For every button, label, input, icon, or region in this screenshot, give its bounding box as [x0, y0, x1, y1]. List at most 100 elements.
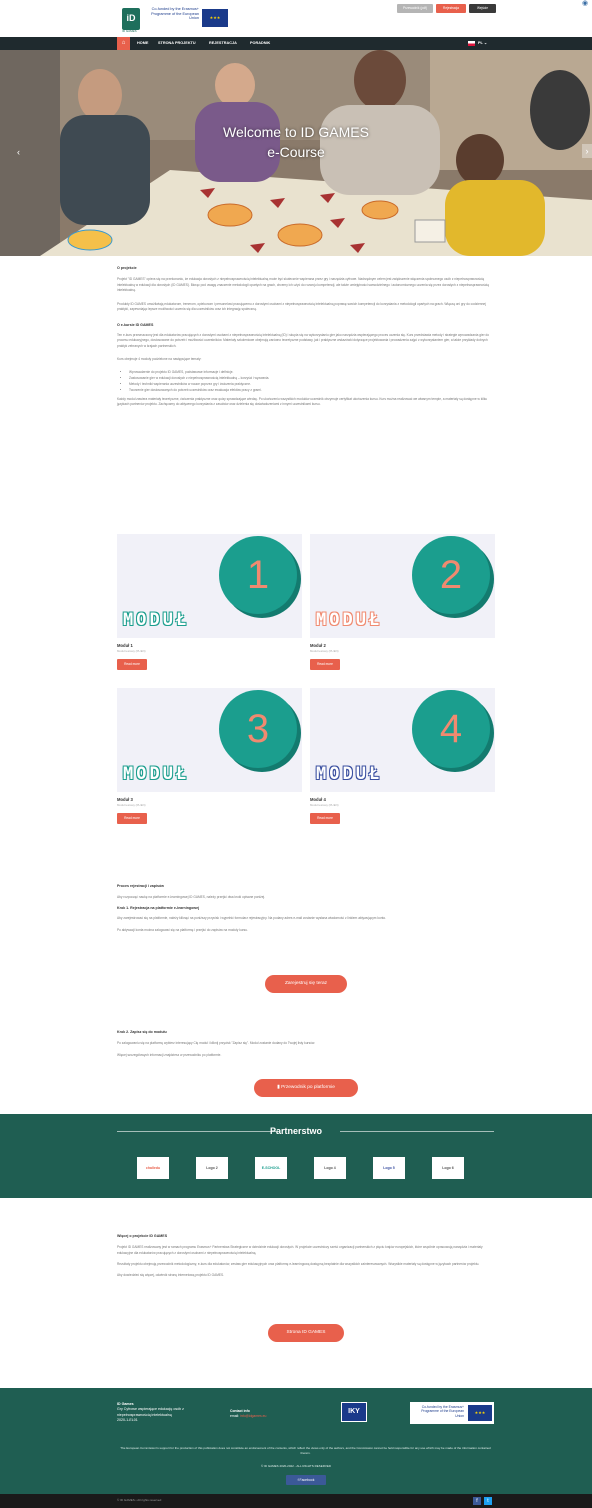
book-icon: ▮ [277, 1085, 280, 1090]
module-2-image[interactable]: 2 MODUŁ [310, 534, 495, 638]
eu-cofunded-text: Co-funded by the Erasmus+ Programme of t… [151, 7, 199, 21]
more-section: Więcej o projekcie ID GAMES Projekt ID G… [117, 1234, 494, 1278]
logo-caption: ID GAMES [122, 29, 137, 33]
module-card-4[interactable]: 4 MODUŁ Moduł 4 Moduł testowy (PL/EN) Re… [310, 688, 495, 825]
course-heading: O e-kursie ID GAMES [117, 322, 154, 327]
step2-section: Krok 2. Zapisz się do modułu Po zalogowa… [117, 1030, 494, 1058]
module-word: MODUŁ [316, 764, 383, 784]
module-subtitle: Moduł testowy (PL/EN) [117, 649, 146, 654]
list-item: Tworzenie gier dostosowanych do potrzeb … [129, 387, 494, 393]
hero-title-line1: Welcome to ID GAMES [222, 124, 369, 140]
partner-logo[interactable]: Logo 6 [432, 1157, 464, 1179]
login-button[interactable]: Wejście [469, 4, 496, 13]
partner-logo[interactable]: Logo 2 [196, 1157, 228, 1179]
module-4-image[interactable]: 4 MODUŁ [310, 688, 495, 792]
iky-logo: IKY [341, 1402, 367, 1422]
more-heading: Więcej o projekcie ID GAMES [117, 1234, 168, 1238]
home-icon[interactable]: ⌂ [117, 37, 130, 50]
step2-paragraph-2: Więcej szczegółowych informacji znajdzie… [117, 1052, 222, 1057]
more-paragraph-2: Rezultaty projektu obejmują przewodnik m… [117, 1262, 480, 1267]
platform-guide-label: Przewodnik po platformie [281, 1085, 335, 1090]
module-card-2[interactable]: 2 MODUŁ Moduł 2 Moduł testowy (PL/EN) Re… [310, 534, 495, 671]
nav-item-guide[interactable]: PORADNIK [250, 37, 270, 50]
footer-disclaimer: The European Commission's support for th… [120, 1446, 491, 1456]
hero-slider: Welcome to ID GAMES e-Course ‹ › [0, 50, 592, 256]
course-paragraph-1: Ten e-kurs przeznaczony jest dla edukato… [117, 332, 490, 348]
module-card-3[interactable]: 3 MODUŁ Moduł 3 Moduł testowy (PL/EN) Re… [117, 688, 302, 825]
partners-title: Partnerstwo [269, 1126, 322, 1136]
language-label: PL [478, 41, 483, 45]
facebook-button[interactable]: f Facebook [286, 1475, 326, 1485]
hero-title: Welcome to ID GAMES e-Course [0, 122, 592, 163]
partner-logo[interactable]: challedu [137, 1157, 169, 1179]
module-card-1[interactable]: 1 MODUŁ Moduł 1 Moduł testowy (PL/EN) Re… [117, 534, 302, 671]
id-games-logo[interactable]: iD [122, 8, 140, 30]
guide-button[interactable]: Przewodnik (pdf) [397, 4, 433, 13]
divider [340, 1131, 494, 1132]
module-word: MODUŁ [316, 610, 383, 630]
module-word: MODUŁ [123, 610, 190, 630]
email-label: email: [230, 1414, 240, 1419]
read-more-button[interactable]: Read more [117, 659, 147, 671]
more-paragraph-3: Aby dowiedzieć się więcej, odwiedź stron… [117, 1272, 225, 1277]
platform-guide-button[interactable]: ▮ Przewodnik po platformie [254, 1079, 358, 1097]
about-paragraph-2: Produkty ID GAMES umożliwiają edukatorom… [117, 301, 486, 312]
step2-paragraph-1: Po zalogowaniu się na platformę wybierz … [117, 1041, 315, 1046]
hero-title-line2: e-Course [267, 144, 325, 161]
register-button[interactable]: Rejestracja [436, 4, 466, 13]
facebook-label: Facebook [299, 1478, 315, 1482]
footer-description: Gry Cyfrowe wspierające edukację osób z … [117, 1407, 184, 1417]
step1-paragraph-2: Po aktywacji konta można zalogować się n… [117, 927, 248, 932]
step2-heading: Krok 2. Zapisz się do modułu [117, 1030, 167, 1034]
read-more-button[interactable]: Read more [310, 659, 340, 671]
module-subtitle: Moduł testowy (PL/EN) [310, 649, 339, 654]
footer-contact: Contact info email: info@idgames.eu [230, 1409, 266, 1420]
about-section: O projekcie Projekt "ID GAMES" opiera si… [117, 266, 494, 408]
nav-item-home[interactable]: HOME [137, 37, 148, 50]
footer-project-number: 2020-1-EL01 [117, 1418, 138, 1423]
twitter-icon[interactable]: t [484, 1497, 492, 1505]
step1-paragraph-1: Aby zarejestrować się na platformie, nal… [117, 916, 387, 921]
footer-eu-logo: Co-funded by the Erasmus+ Programme of t… [410, 1402, 494, 1424]
about-heading: O projekcie [117, 266, 137, 270]
step1-heading: Krok 1. Rejestracja na platformie e-lear… [117, 905, 200, 910]
footer-bottom-bar: © ID GAMES • All rights reserved f t [0, 1494, 592, 1508]
accessibility-icon[interactable]: ◉ [582, 0, 592, 7]
more-paragraph-1: Projekt ID GAMES realizowany jest w rama… [117, 1245, 483, 1255]
read-more-button[interactable]: Read more [117, 813, 147, 825]
partner-logo[interactable]: E-SCHOOL [255, 1157, 287, 1179]
top-header: iD ID GAMES Co-funded by the Erasmus+ Pr… [0, 0, 592, 37]
partner-logo[interactable]: Logo 4 [314, 1157, 346, 1179]
course-list-intro: Kurs obejmuje 4 moduły podzielone na nas… [117, 357, 202, 362]
partners-section: Partnerstwo challedu Logo 2 E-SCHOOL Log… [0, 1114, 592, 1198]
facebook-icon[interactable]: f [473, 1497, 481, 1505]
registration-section: Proces rejestracji i zapisów Aby rozpocz… [117, 884, 494, 933]
partner-logo[interactable]: Logo 5 [373, 1157, 405, 1179]
course-topic-list: Wprowadzenie do projektu ID GAMES, podst… [117, 369, 494, 393]
register-now-button[interactable]: Zarejestruj się teraz [265, 975, 347, 993]
nav-item-registration[interactable]: REJESTRACJA [209, 37, 237, 50]
module-number: 1 [219, 536, 297, 614]
module-number: 3 [219, 690, 297, 768]
language-select[interactable]: PL ⌄ [469, 37, 494, 50]
registration-intro: Aby rozpocząć naukę na platformie e-lear… [117, 895, 266, 900]
bottom-copyright: © ID GAMES • All rights reserved [117, 1498, 162, 1502]
email-link[interactable]: info@idgames.eu [240, 1414, 266, 1418]
slider-prev-icon[interactable]: ‹ [17, 146, 20, 160]
module-1-image[interactable]: 1 MODUŁ [117, 534, 302, 638]
course-paragraph-2: Każdy moduł zawiera materiały teoretyczn… [117, 397, 488, 407]
about-paragraph-1: Projekt "ID GAMES" opiera się na przekon… [117, 277, 489, 293]
module-3-image[interactable]: 3 MODUŁ [117, 688, 302, 792]
eu-flag-icon: ★★★ [468, 1405, 492, 1421]
read-more-button[interactable]: Read more [310, 813, 340, 825]
slider-next-icon[interactable]: › [582, 144, 592, 158]
nav-item-project-site[interactable]: STRONA PROJEKTU [158, 37, 196, 50]
module-number: 4 [412, 690, 490, 768]
eu-flag-icon: ★★★ [202, 9, 228, 27]
chevron-down-icon: ⌄ [483, 41, 488, 45]
module-number: 2 [412, 536, 490, 614]
footer: ID Games Gry Cyfrowe wspierające edukacj… [0, 1388, 592, 1494]
eu-cofunded-logo: Co-funded by the Erasmus+ Programme of t… [147, 7, 228, 33]
facebook-icon: f [297, 1478, 299, 1482]
project-site-button[interactable]: Strona ID GAMES [268, 1324, 344, 1342]
